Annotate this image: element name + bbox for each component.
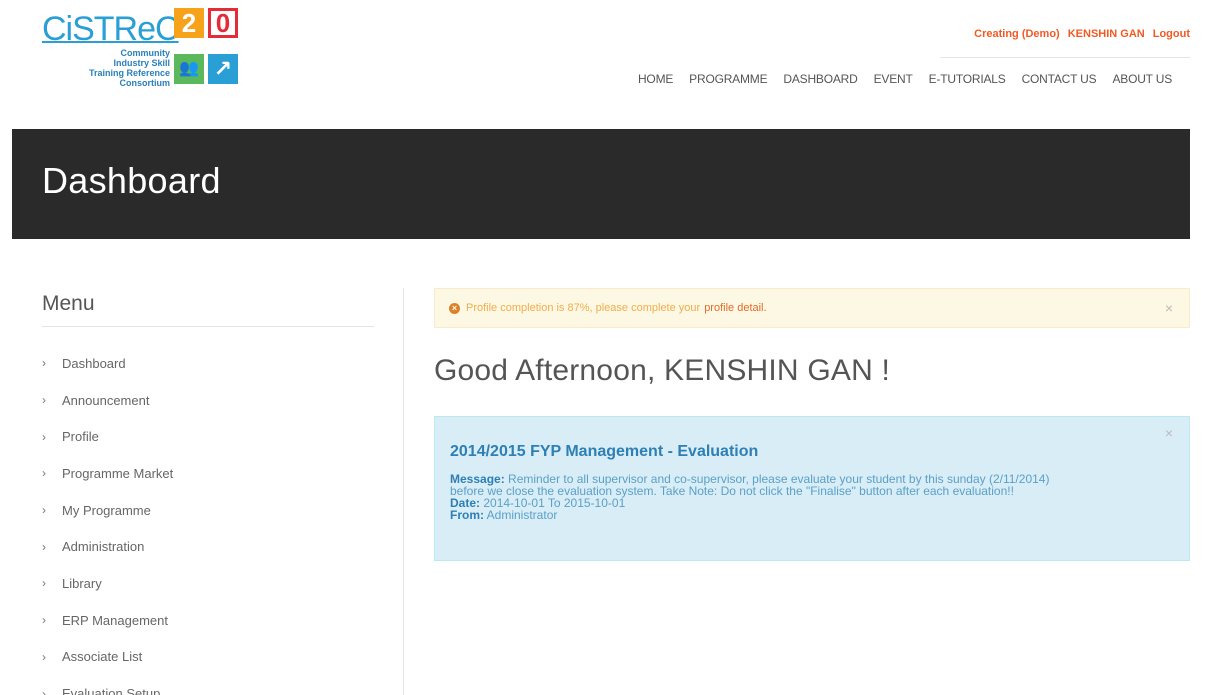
sidebar-item-profile[interactable]: › Profile <box>42 418 374 455</box>
close-icon[interactable]: × <box>1165 300 1173 316</box>
from-value: Administrator <box>486 508 558 522</box>
chevron-right-icon: › <box>42 576 46 591</box>
user-name-link[interactable]: KENSHIN GAN <box>1068 28 1145 40</box>
chevron-right-icon: › <box>42 686 46 695</box>
from-label: From: <box>450 508 484 522</box>
sidebar-item-label: Profile <box>62 429 99 445</box>
nav-home[interactable]: HOME <box>630 72 681 86</box>
logo-two: 2 <box>174 8 204 38</box>
sidebar-item-label: ERP Management <box>62 612 168 628</box>
nav-dashboard[interactable]: DASHBOARD <box>775 72 865 86</box>
user-bar: Creating (Demo) KENSHIN GAN Logout <box>974 28 1190 40</box>
sidebar-item-label: Announcement <box>62 392 150 408</box>
nav-about-us[interactable]: ABOUT US <box>1104 72 1180 86</box>
main-nav: HOME PROGRAMME DASHBOARD EVENT E-TUTORIA… <box>630 72 1180 86</box>
announcement-date: Date: 2014-10-01 To 2015-10-01 <box>450 497 1173 509</box>
nav-event[interactable]: EVENT <box>866 72 921 86</box>
page-title: Dashboard <box>42 160 221 201</box>
logo-wordmark: CiSTReC <box>42 10 180 48</box>
topbar-divider <box>940 57 1190 58</box>
profile-completion-alert: × Profile completion is 87%, please comp… <box>434 288 1190 328</box>
logout-link[interactable]: Logout <box>1153 28 1190 40</box>
chevron-right-icon: › <box>42 649 46 664</box>
sidebar-item-label: Dashboard <box>62 355 126 371</box>
logo-subtitle: Community Industry Skill Training Refere… <box>88 48 170 88</box>
profile-completion-text: Profile completion is 87%, please comple… <box>466 302 701 314</box>
chevron-right-icon: › <box>42 429 46 444</box>
nav-contact-us[interactable]: CONTACT US <box>1014 72 1105 86</box>
chevron-right-icon: › <box>42 539 46 554</box>
sidebar-item-label: Programme Market <box>62 465 174 481</box>
sidebar-item-administration[interactable]: › Administration <box>42 528 374 565</box>
sidebar-item-library[interactable]: › Library <box>42 565 374 602</box>
page-banner: Dashboard <box>12 129 1190 239</box>
sidebar-item-announcement[interactable]: › Announcement <box>42 382 374 419</box>
sidebar-item-label: Library <box>62 575 102 591</box>
nav-programme[interactable]: PROGRAMME <box>681 72 775 86</box>
sidebar-item-evaluation-setup[interactable]: › Evaluation Setup <box>42 675 374 695</box>
chevron-right-icon: › <box>42 356 46 371</box>
menu-list: › Dashboard › Announcement › Profile › Progr… <box>42 345 374 695</box>
sidebar-item-associate-list[interactable]: › Associate List <box>42 639 374 676</box>
sidebar-item-my-programme[interactable]: › My Programme <box>42 492 374 529</box>
close-circle-icon: × <box>449 302 460 314</box>
sidebar-item-label: Associate List <box>62 649 143 665</box>
chevron-right-icon: › <box>42 503 46 518</box>
sidebar-menu: Menu › Dashboard › Announcement › Profile ›… <box>42 292 374 695</box>
sidebar-item-label: My Programme <box>62 502 151 518</box>
menu-title: Menu <box>42 292 374 327</box>
sidebar-item-label: Administration <box>62 539 145 555</box>
creating-demo-link[interactable]: Creating (Demo) <box>974 28 1060 40</box>
sidebar-item-label: Evaluation Setup <box>62 686 161 695</box>
logo-zero: 0 <box>208 8 238 38</box>
arrow-up-right-icon: ↗ <box>208 54 238 84</box>
sidebar-item-dashboard[interactable]: › Dashboard <box>42 345 374 382</box>
sidebar-item-erp-management[interactable]: › ERP Management <box>42 602 374 639</box>
chevron-right-icon: › <box>42 466 46 481</box>
profile-detail-link[interactable]: profile detail. <box>704 302 766 314</box>
sidebar-item-programme-market[interactable]: › Programme Market <box>42 455 374 492</box>
site-logo[interactable]: CiSTReC 2 0 Community Industry Skill Tra… <box>42 8 242 90</box>
announcement-from: From: Administrator <box>450 509 1173 521</box>
people-icon: 👥 <box>174 54 204 84</box>
chevron-right-icon: › <box>42 393 46 408</box>
nav-e-tutorials[interactable]: E-TUTORIALS <box>921 72 1014 86</box>
greeting-heading: Good Afternoon, KENSHIN GAN ! <box>434 354 891 387</box>
announcement-title: 2014/2015 FYP Management - Evaluation <box>450 443 759 460</box>
content-divider <box>403 288 404 695</box>
announcement-card: × 2014/2015 FYP Management - Evaluation … <box>434 416 1190 561</box>
close-icon[interactable]: × <box>1165 425 1173 441</box>
chevron-right-icon: › <box>42 613 46 628</box>
